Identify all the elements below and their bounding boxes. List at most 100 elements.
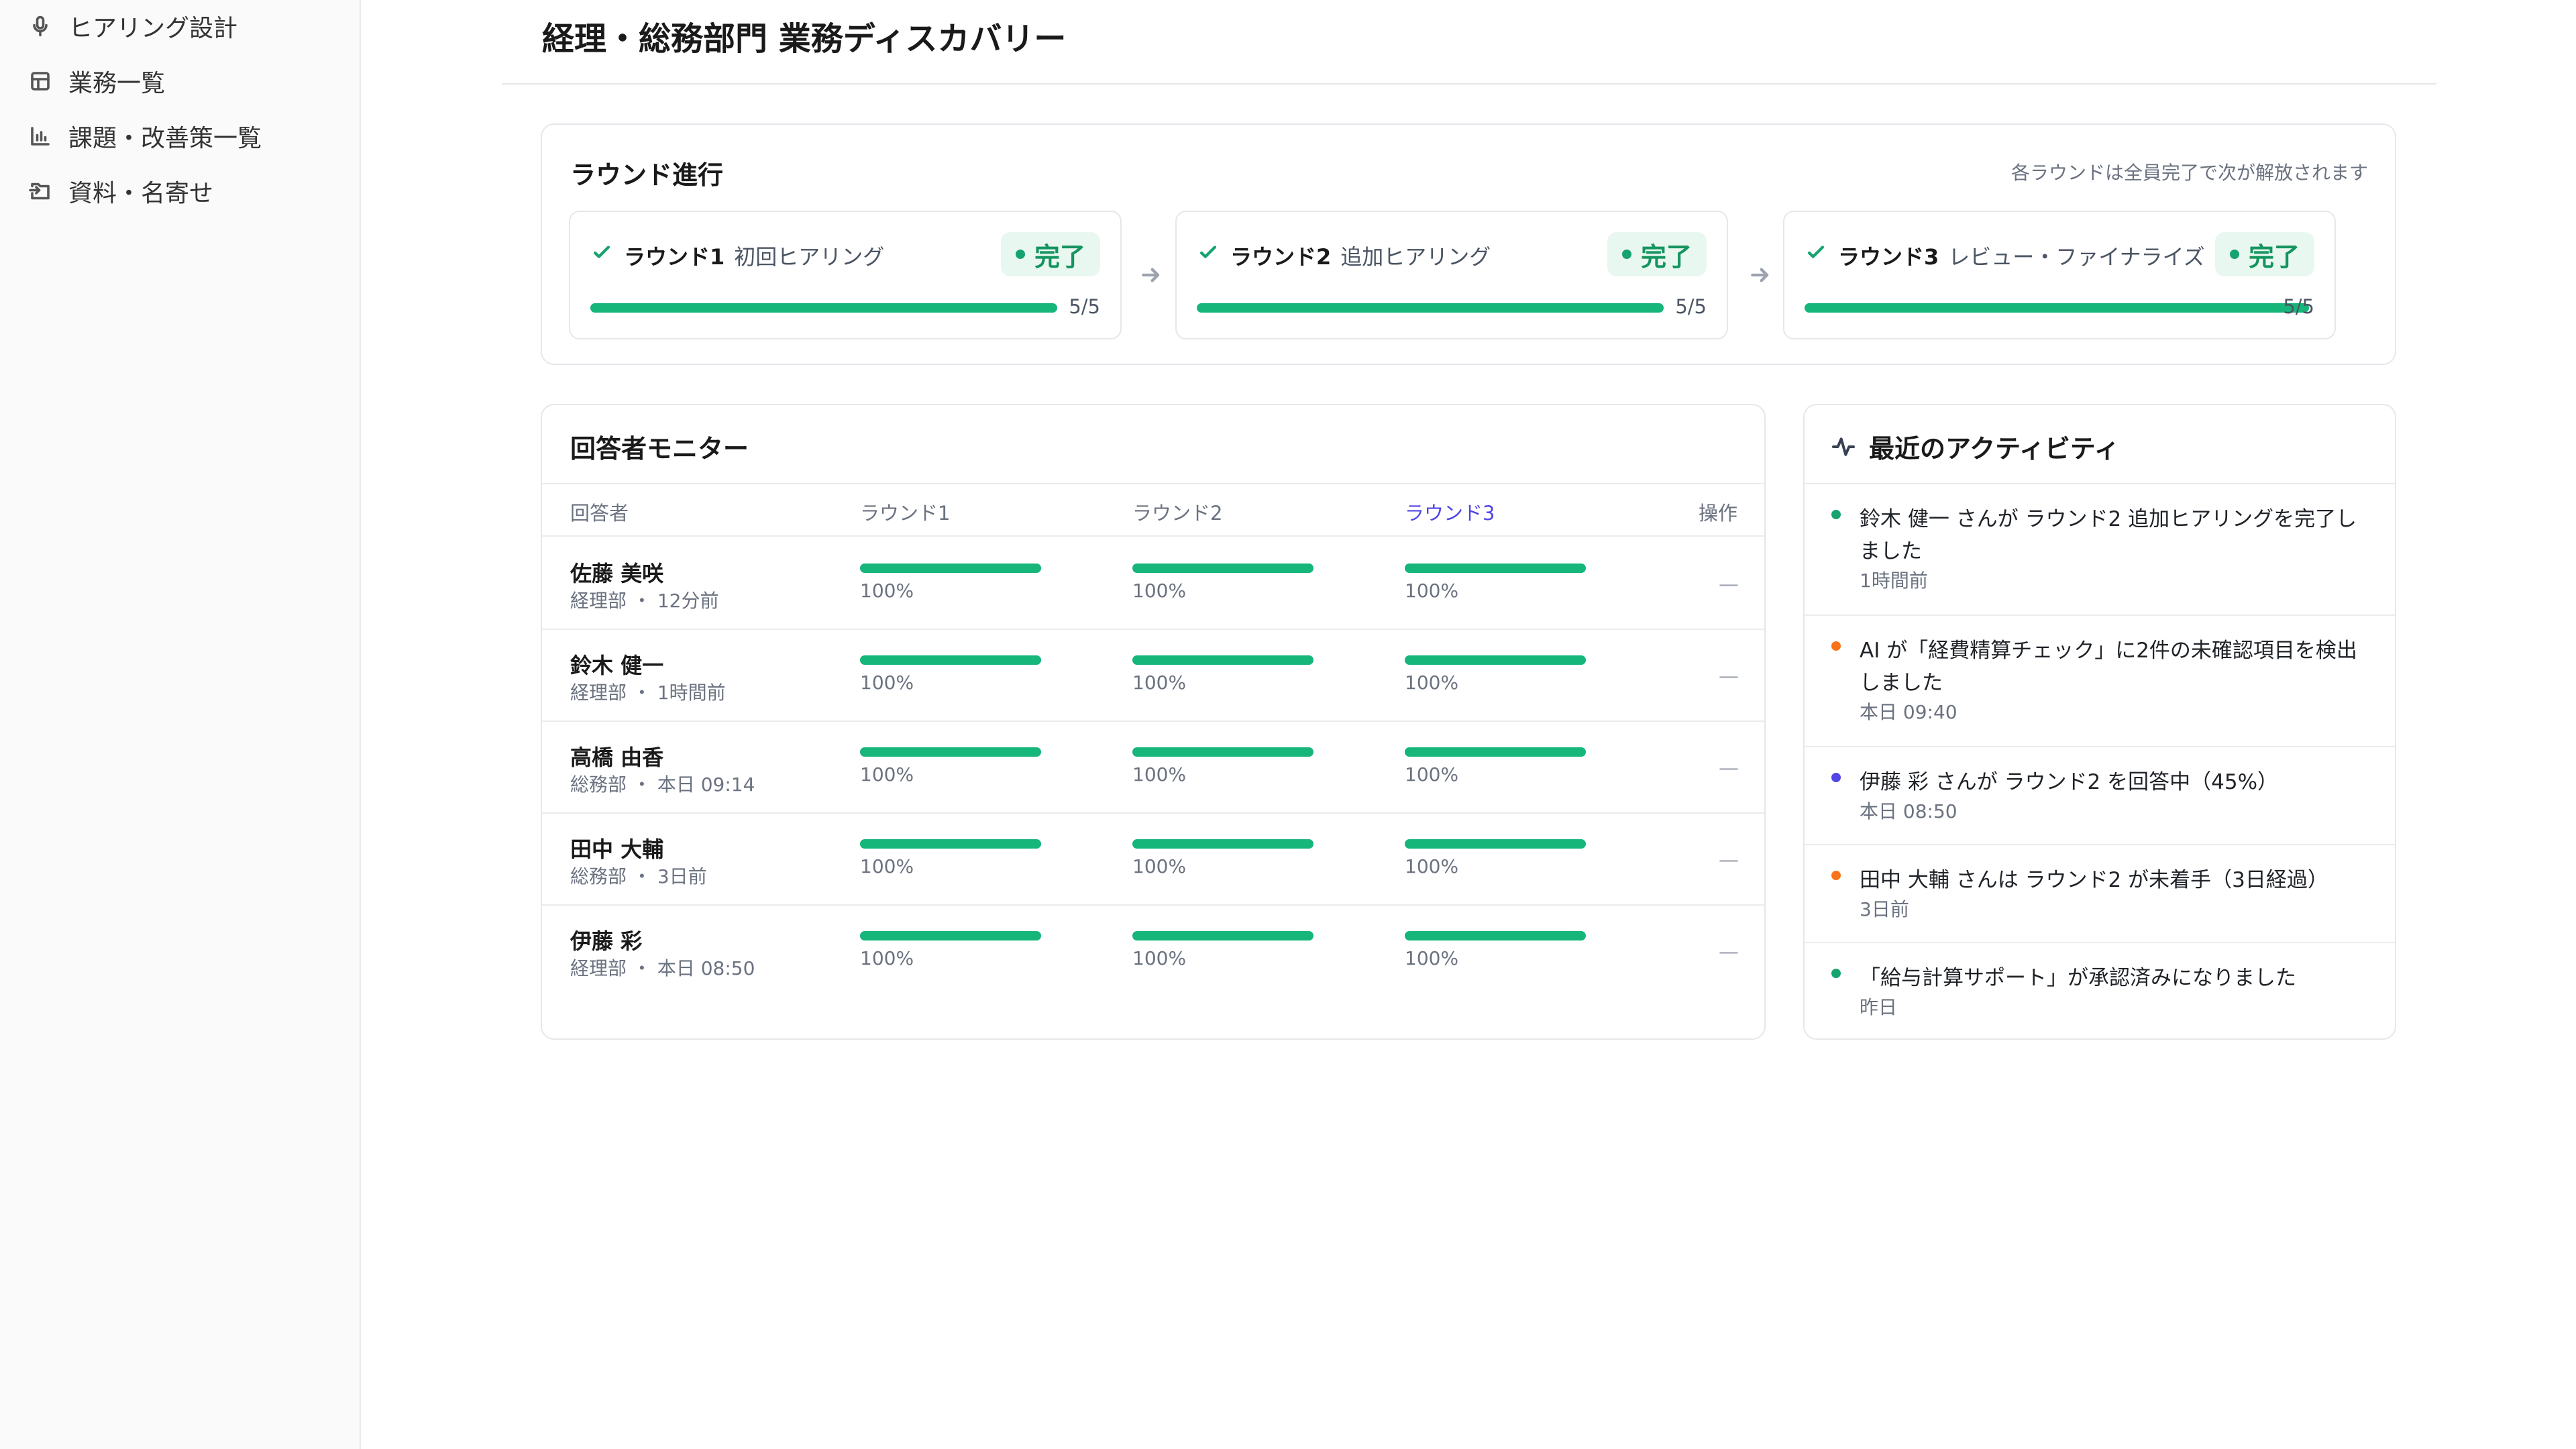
table-row[interactable]: 佐藤 美咲 経理部 ・ 12分前 100% 100% 100% — bbox=[542, 538, 1764, 630]
round-2-progress-bar bbox=[1132, 747, 1313, 757]
status-dot bbox=[1621, 250, 1631, 259]
row-action-button[interactable]: — bbox=[1719, 665, 1739, 688]
round-3-percent: 100% bbox=[1405, 855, 1459, 877]
check-icon bbox=[590, 241, 613, 264]
round-2-progress-bar bbox=[1132, 564, 1313, 573]
check-icon bbox=[1197, 241, 1220, 264]
respondent-name: 田中 大輔 bbox=[570, 837, 664, 862]
status-badge: 完了 bbox=[2214, 232, 2314, 276]
activity-item[interactable]: 田中 大輔 さんは ラウンド2 が未着手（3日経過） 3日前 bbox=[1805, 844, 2395, 942]
activity-title: 最近のアクティビティ bbox=[1869, 434, 2120, 464]
respondent-last-active: 12分前 bbox=[657, 590, 719, 612]
sidebar-item-materials[interactable]: 資料・名寄せ bbox=[25, 168, 213, 215]
respondent-meta: 経理部 ・ 本日 08:50 bbox=[570, 954, 755, 981]
row-action-button[interactable]: — bbox=[1719, 573, 1739, 596]
meta-separator: ・ bbox=[632, 682, 651, 704]
round-progress-bar bbox=[590, 303, 1057, 313]
respondent-last-active: 本日 08:50 bbox=[657, 957, 755, 979]
round-name: ラウンド2 bbox=[1230, 244, 1332, 270]
status-label: 完了 bbox=[1640, 241, 1692, 272]
round-3-percent: 100% bbox=[1405, 947, 1459, 969]
round-1-progress-bar bbox=[860, 839, 1041, 849]
column-header-round3[interactable]: ラウンド3 bbox=[1405, 498, 1495, 526]
respondent-meta: 経理部 ・ 12分前 bbox=[570, 586, 718, 613]
sidebar-item-hearing-design[interactable]: ヒアリング設計 bbox=[25, 3, 237, 50]
round-1-progress-fill bbox=[860, 839, 1041, 849]
sidebar-item-task-list[interactable]: 業務一覧 bbox=[25, 58, 165, 105]
round-3-progress-bar bbox=[1405, 931, 1586, 941]
table-row[interactable]: 鈴木 健一 経理部 ・ 1時間前 100% 100% 100% — bbox=[542, 630, 1764, 722]
row-action-button[interactable]: — bbox=[1719, 757, 1739, 780]
round-3-percent: 100% bbox=[1405, 580, 1459, 602]
respondent-name: 高橋 由香 bbox=[570, 745, 664, 770]
round-2-progress-fill bbox=[1132, 931, 1313, 941]
respondent-dept: 総務部 bbox=[570, 865, 627, 888]
round-2-percent: 100% bbox=[1132, 672, 1187, 694]
table-row[interactable]: 伊藤 彩経理部 ・ 本日 08:50 100% 100% 100% — bbox=[542, 906, 1764, 998]
round-2-card[interactable]: ラウンド2 追加ヒアリング 完了 5/5 bbox=[1175, 211, 1728, 339]
round-2-progress-fill bbox=[1132, 564, 1313, 573]
status-badge: 完了 bbox=[1000, 232, 1100, 276]
activity-dot bbox=[1831, 773, 1841, 782]
respondent-meta: 経理部 ・ 1時間前 bbox=[570, 678, 726, 705]
meta-separator: ・ bbox=[632, 957, 651, 979]
round-progress-card: ラウンド進行 各ラウンドは全員完了で次が解放されます ラウンド1 初回ヒアリング … bbox=[541, 123, 2396, 365]
sidebar-item-issues[interactable]: 課題・改善策一覧 bbox=[25, 113, 262, 160]
monitor-title: 回答者モニター bbox=[570, 434, 749, 464]
respondent-monitor-card: 回答者モニター 回答者 ラウンド1 ラウンド2 ラウンド3 操作 佐藤 美咲 経理… bbox=[541, 404, 1766, 1040]
table-row[interactable]: 田中 大輔 総務部 ・ 3日前 100% 100% 100% — bbox=[542, 814, 1764, 906]
round-2-progress-bar bbox=[1132, 931, 1313, 941]
round-1-percent: 100% bbox=[860, 580, 914, 602]
activity-item[interactable]: 鈴木 健一 さんが ラウンド2 追加ヒアリングを完了しました 1時間前 bbox=[1805, 483, 2395, 614]
activity-text: 田中 大輔 さんは ラウンド2 が未着手（3日経過） bbox=[1860, 868, 2328, 892]
status-label: 完了 bbox=[1034, 241, 1085, 272]
round-progress-note: 各ラウンドは全員完了で次が解放されます bbox=[2010, 162, 2368, 184]
round-subtitle: レビュー・ファイナライズ bbox=[1948, 244, 2205, 270]
round-1-percent: 100% bbox=[860, 763, 914, 786]
round-3-progress-bar bbox=[1405, 655, 1586, 665]
row-action-button[interactable]: — bbox=[1719, 849, 1739, 872]
round-3-progress-bar bbox=[1405, 839, 1586, 849]
round-1-progress-bar bbox=[860, 655, 1041, 665]
round-2-progress-fill bbox=[1132, 655, 1313, 665]
activity-time: 昨日 bbox=[1860, 996, 1898, 1018]
round-1-percent: 100% bbox=[860, 947, 914, 969]
row-action-button[interactable]: — bbox=[1719, 941, 1739, 964]
activity-dot bbox=[1831, 510, 1841, 519]
respondent-dept: 経理部 bbox=[570, 957, 627, 979]
table-row[interactable]: 高橋 由香 総務部 ・ 本日 09:14 100% 100% 100% — bbox=[542, 722, 1764, 814]
activity-text: AI が「経費精算チェック」に2件の未確認項目を検出しました bbox=[1860, 639, 2357, 695]
header-divider bbox=[502, 83, 2436, 85]
round-1-percent: 100% bbox=[860, 855, 914, 877]
activity-time: 1時間前 bbox=[1860, 570, 1928, 592]
activity-item[interactable]: 伊藤 彩 さんが ラウンド2 を回答中（45%） 本日 08:50 bbox=[1805, 746, 2395, 844]
activity-dot bbox=[1831, 969, 1841, 978]
round-name: ラウンド1 bbox=[624, 244, 725, 270]
meta-separator: ・ bbox=[632, 865, 651, 888]
column-header-round2[interactable]: ラウンド2 bbox=[1132, 498, 1222, 526]
column-header-round1[interactable]: ラウンド1 bbox=[860, 498, 950, 526]
round-progress-fill bbox=[1197, 303, 1664, 313]
round-2-percent: 100% bbox=[1132, 580, 1187, 602]
activity-item[interactable]: AI が「経費精算チェック」に2件の未確認項目を検出しました 本日 09:40 bbox=[1805, 614, 2395, 746]
round-3-percent: 100% bbox=[1405, 672, 1459, 694]
activity-item[interactable]: 「給与計算サポート」が承認済みになりました 昨日 bbox=[1805, 942, 2395, 1040]
round-3-card[interactable]: ラウンド3 レビュー・ファイナライズ 完了 5/5 bbox=[1783, 211, 2336, 339]
round-progress-fill bbox=[1805, 303, 2309, 313]
round-1-progress-bar bbox=[860, 931, 1041, 941]
round-3-progress-bar bbox=[1405, 747, 1586, 757]
round-3-progress-fill bbox=[1405, 931, 1586, 941]
status-badge: 完了 bbox=[1607, 232, 1707, 276]
round-1-card[interactable]: ラウンド1 初回ヒアリング 完了 5/5 bbox=[569, 211, 1122, 339]
activity-dot bbox=[1831, 641, 1841, 651]
round-count: 5/5 bbox=[1675, 295, 1707, 318]
activity-text: 鈴木 健一 さんが ラウンド2 追加ヒアリングを完了しました bbox=[1860, 507, 2357, 564]
round-count: 5/5 bbox=[2283, 295, 2314, 318]
sidebar-item-label: 業務一覧 bbox=[68, 70, 166, 97]
round-subtitle: 初回ヒアリング bbox=[734, 244, 885, 270]
round-1-progress-bar bbox=[860, 747, 1041, 757]
respondent-last-active: 本日 09:14 bbox=[657, 773, 755, 796]
round-subtitle: 追加ヒアリング bbox=[1340, 244, 1491, 270]
respondent-last-active: 1時間前 bbox=[657, 682, 726, 704]
round-2-progress-fill bbox=[1132, 747, 1313, 757]
